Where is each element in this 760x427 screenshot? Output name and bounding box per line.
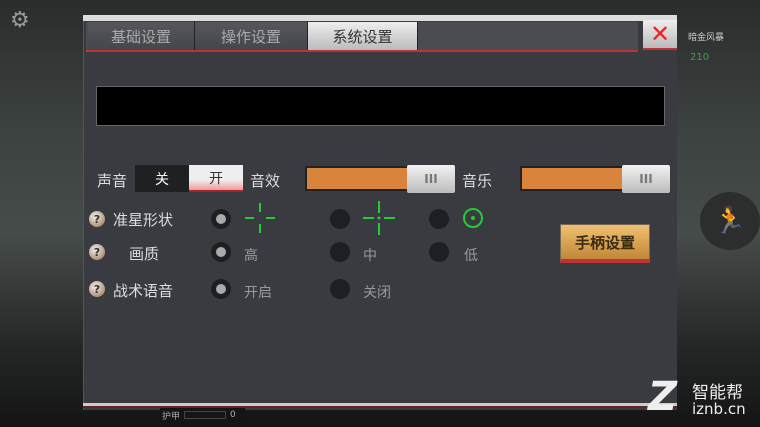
tab-system-settings[interactable]: 系统设置 <box>308 22 418 50</box>
quality-radio-medium[interactable] <box>330 242 350 262</box>
info-display <box>96 86 665 126</box>
quality-medium-label: 中 <box>363 248 377 264</box>
watermark-logo-icon: Z <box>648 374 678 420</box>
close-button[interactable]: ✕ <box>643 20 677 50</box>
slider-handle[interactable]: III <box>622 165 670 193</box>
armor-label: 护甲 <box>162 411 181 422</box>
sound-on-option[interactable]: 开 <box>189 165 243 192</box>
slider-handle[interactable]: III <box>407 165 455 193</box>
sound-label: 声音 <box>97 172 128 190</box>
sfx-slider[interactable]: III <box>305 165 455 193</box>
gamepad-settings-button[interactable]: 手柄设置 <box>560 224 650 263</box>
jump-button[interactable]: 🏃 <box>700 192 760 250</box>
quality-label: 画质 <box>129 245 160 263</box>
sound-off-option[interactable]: 关 <box>135 165 189 192</box>
sfx-label: 音效 <box>250 172 281 190</box>
voice-radio-on[interactable] <box>211 279 231 299</box>
help-icon[interactable]: ? <box>89 244 105 260</box>
help-icon[interactable]: ? <box>89 211 105 227</box>
tab-control-settings[interactable]: 操作设置 <box>195 22 308 50</box>
voice-on-label: 开启 <box>244 285 272 301</box>
voice-off-label: 关闭 <box>363 285 391 301</box>
close-icon: ✕ <box>649 20 671 48</box>
crosshair-label: 准星形状 <box>113 211 174 229</box>
help-icon[interactable]: ? <box>89 281 105 297</box>
quality-radio-high[interactable] <box>211 242 231 262</box>
voice-radio-off[interactable] <box>330 279 350 299</box>
crosshair-dot-cross-icon <box>363 201 395 235</box>
quality-high-label: 高 <box>244 248 258 264</box>
crosshair-radio-2[interactable] <box>330 209 350 229</box>
hud-weapon-name: 暗金风暴 <box>688 33 725 43</box>
tab-bar: 基础设置 操作设置 系统设置 <box>86 22 638 52</box>
sound-toggle[interactable]: 关 开 <box>135 165 243 192</box>
gear-icon[interactable]: ⚙ <box>10 8 30 33</box>
panel-top-bar <box>83 15 677 21</box>
music-label: 音乐 <box>462 172 493 190</box>
watermark-url: iznb.cn <box>692 400 746 418</box>
quality-radio-low[interactable] <box>429 242 449 262</box>
crosshair-cross-icon <box>245 203 275 233</box>
armor-bar: 护甲 0 <box>160 408 245 422</box>
crosshair-radio-1[interactable] <box>211 209 231 229</box>
music-slider[interactable]: III <box>520 165 670 193</box>
armor-value: 0 <box>230 410 236 420</box>
voice-label: 战术语音 <box>113 282 174 300</box>
crosshair-circle-icon <box>463 208 483 228</box>
hud-ammo: 210 <box>690 52 710 63</box>
tab-basic-settings[interactable]: 基础设置 <box>88 22 195 50</box>
quality-low-label: 低 <box>464 248 478 264</box>
crosshair-radio-3[interactable] <box>429 209 449 229</box>
